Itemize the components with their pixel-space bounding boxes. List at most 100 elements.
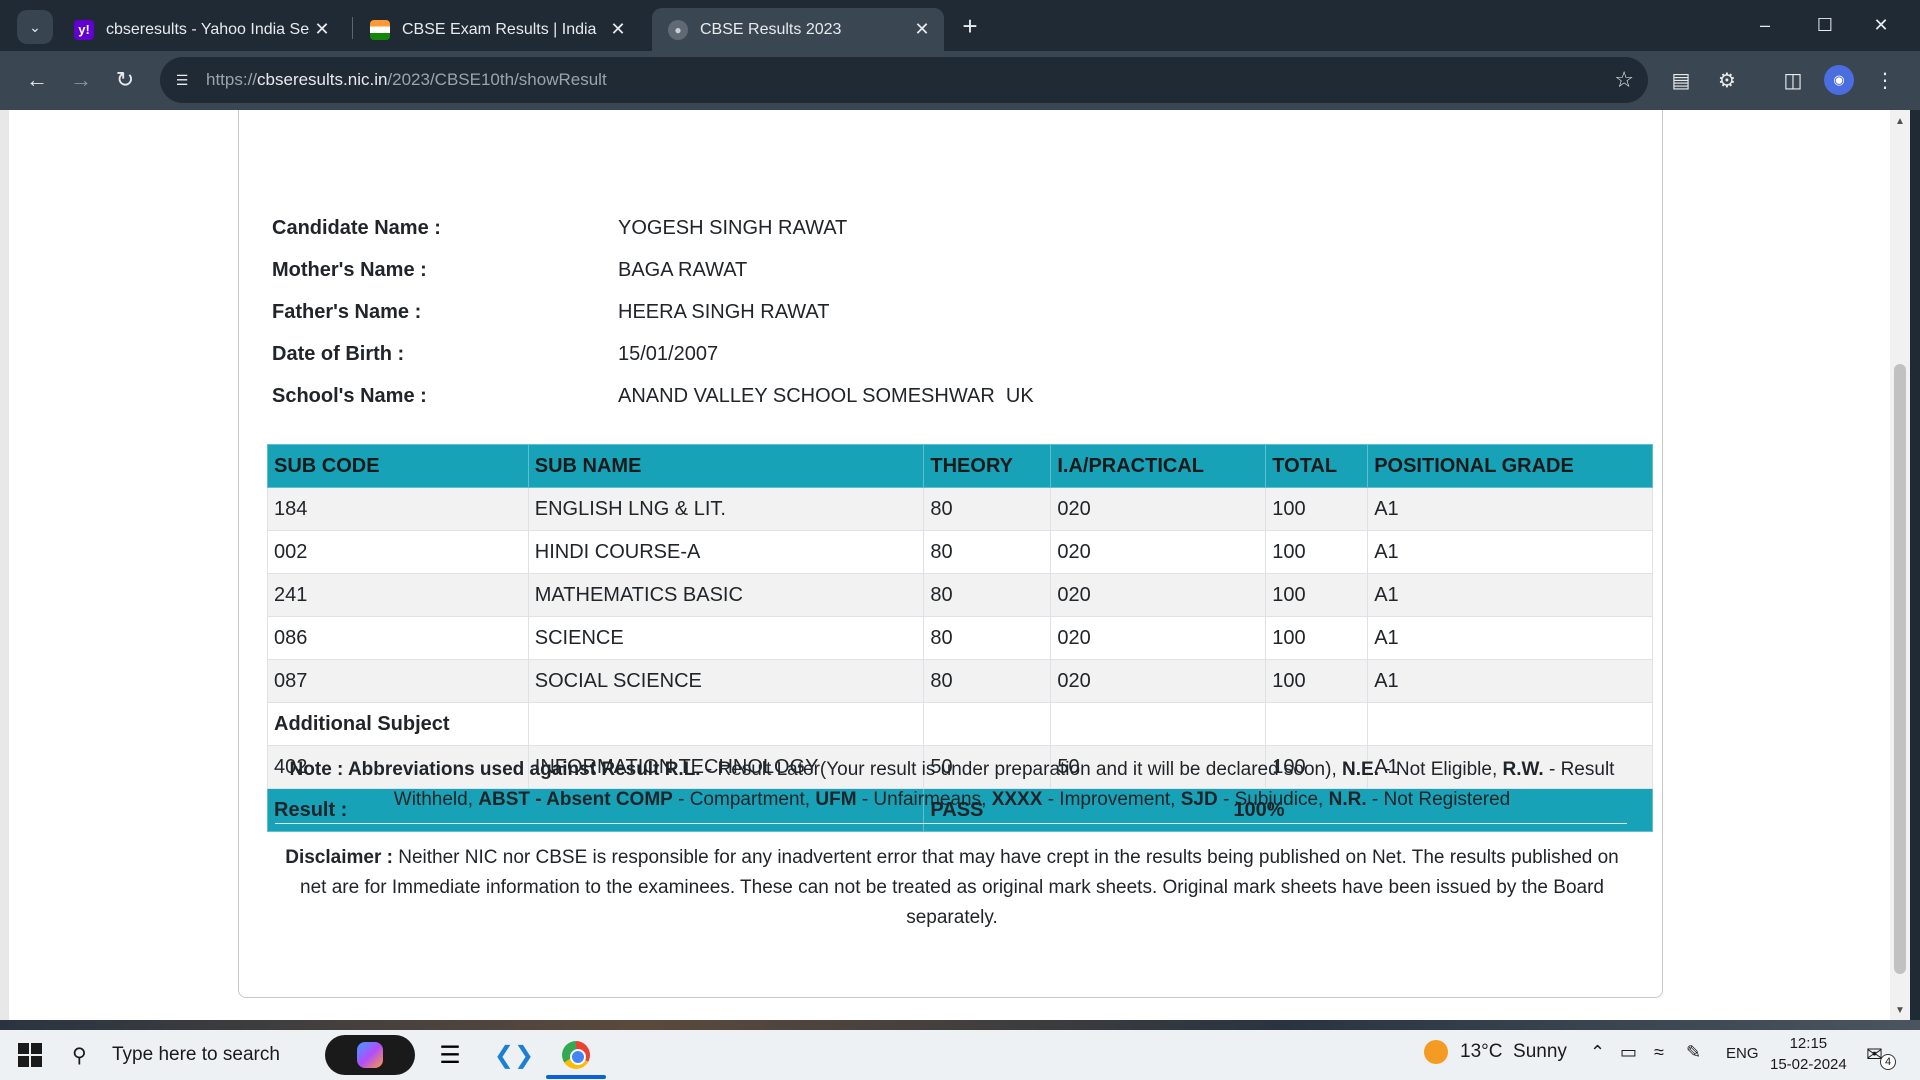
total-cell: 100 [1265, 659, 1369, 703]
address-bar[interactable]: ☰ https://cbseresults.nic.in/2023/CBSE10… [160, 57, 1648, 103]
table-row: 184 ENGLISH LNG & LIT. 80 020 100 A1 [267, 487, 1653, 531]
note-ne-text: - Not Eligible, [1384, 759, 1498, 780]
minimize-button[interactable]: – [1742, 8, 1788, 42]
note-xxxx-text: - Improvement, [1047, 789, 1176, 810]
close-icon[interactable]: ✕ [310, 18, 334, 42]
practical-cell: 020 [1050, 530, 1267, 574]
close-icon[interactable]: ✕ [606, 18, 630, 42]
abbreviations-note: Note : Abbreviations used against Result… [279, 755, 1625, 815]
table-row: 086 SCIENCE 80 020 100 A1 [267, 616, 1653, 660]
system-clock[interactable]: 12:15 15-02-2024 [1770, 1033, 1847, 1075]
page-viewport: Candidate Name : YOGESH SINGH RAWAT Moth… [9, 110, 1890, 1020]
empty-cell [923, 702, 1052, 746]
column-header-total: TOTAL [1265, 444, 1369, 488]
table-row: 241 MATHEMATICS BASIC 80 020 100 A1 [267, 573, 1653, 617]
father-name-label: Father's Name : [272, 300, 422, 323]
chevron-down-icon: ⌄ [29, 18, 41, 35]
chrome-taskbar-button[interactable] [552, 1035, 600, 1075]
tab-cbse-exam-results[interactable]: CBSE Exam Results | India ✕ [354, 8, 640, 51]
grade-cell: A1 [1367, 530, 1653, 574]
tab-yahoo-search[interactable]: y! cbseresults - Yahoo India Search ✕ [58, 8, 344, 51]
disclaimer-label: Disclaimer : [285, 847, 393, 868]
note-abst: ABST - Absent COMP [478, 789, 673, 810]
wifi-icon[interactable]: ≈ [1654, 1042, 1664, 1063]
close-window-button[interactable]: ✕ [1858, 8, 1904, 42]
clock-date: 15-02-2024 [1770, 1056, 1847, 1073]
profile-avatar[interactable]: ◉ [1824, 65, 1854, 95]
candidate-name-label: Candidate Name : [272, 216, 441, 239]
screenshot-icon[interactable]: ▤ [1664, 63, 1698, 97]
empty-cell [1265, 702, 1369, 746]
note-ufm-text: - Unfairmeans, [861, 789, 987, 810]
table-row: 002 HINDI COURSE-A 80 020 100 A1 [267, 530, 1653, 574]
sub-name-cell: SCIENCE [527, 616, 925, 660]
maximize-button[interactable]: ☐ [1802, 8, 1848, 42]
mother-name-value: BAGA RAWAT [618, 258, 748, 281]
sub-name-cell: SOCIAL SCIENCE [527, 659, 925, 703]
extensions-puzzle-icon[interactable]: ⚙ [1710, 63, 1744, 97]
scroll-up-icon[interactable]: ▲ [1895, 116, 1905, 127]
candidate-name-value: YOGESH SINGH RAWAT [618, 216, 848, 239]
weather-widget[interactable]: 13°C Sunny [1424, 1040, 1567, 1064]
vscode-icon[interactable]: ❮❯ [490, 1035, 538, 1075]
close-icon: ✕ [1873, 14, 1889, 35]
windows-start-icon[interactable] [18, 1043, 42, 1067]
reload-button[interactable]: ↻ [108, 63, 142, 97]
notification-center-icon[interactable]: ✉ 4 [1866, 1042, 1896, 1070]
task-view-icon[interactable]: ☰ [426, 1035, 474, 1075]
pen-icon[interactable]: ✎ [1686, 1042, 1701, 1063]
url-text[interactable]: https://cbseresults.nic.in/2023/CBSE10th… [206, 70, 607, 90]
vertical-scrollbar[interactable]: ▲ ▼ [1890, 110, 1910, 1020]
father-name-row: Father's Name : HEERA SINGH RAWAT [272, 297, 830, 327]
tab-search-button[interactable]: ⌄ [17, 10, 53, 44]
battery-icon[interactable]: ▭ [1620, 1042, 1637, 1063]
scroll-down-icon[interactable]: ▼ [1895, 1005, 1905, 1016]
theory-cell: 80 [923, 530, 1052, 574]
taskbar-search-placeholder: Type here to search [112, 1044, 280, 1065]
url-scheme: https:// [206, 70, 258, 89]
arrow-left-icon: ← [26, 67, 48, 92]
dob-label: Date of Birth : [272, 342, 405, 365]
maximize-icon: ☐ [1816, 14, 1834, 35]
side-panel-icon[interactable]: ◫ [1776, 63, 1810, 97]
menu-kebab-icon[interactable]: ⋮ [1868, 63, 1902, 97]
language-indicator[interactable]: ENG [1726, 1045, 1759, 1062]
back-button[interactable]: ← [20, 63, 54, 97]
minimize-icon: – [1759, 14, 1770, 35]
site-info-icon[interactable]: ☰ [170, 68, 194, 92]
tab-separator [352, 17, 353, 39]
candidate-name-row: Candidate Name : YOGESH SINGH RAWAT [272, 213, 847, 243]
practical-cell: 020 [1050, 659, 1267, 703]
new-tab-button[interactable]: + [956, 11, 984, 41]
forward-button[interactable]: → [64, 63, 98, 97]
tab-cbse-results-2023[interactable]: ● CBSE Results 2023 ✕ [652, 8, 944, 51]
theory-cell: 80 [923, 573, 1052, 617]
sub-code-cell: 087 [267, 659, 529, 703]
dob-row: Date of Birth : 15/01/2007 [272, 339, 718, 369]
note-rl-text: - Result Later(Your result is under prep… [705, 759, 1337, 780]
note-xxxx: XXXX [991, 789, 1043, 810]
result-card: Candidate Name : YOGESH SINGH RAWAT Moth… [238, 110, 1663, 998]
india-flag-icon [370, 19, 390, 40]
browser-toolbar: ← → ↻ ☰ https://cbseresults.nic.in/2023/… [0, 51, 1920, 110]
note-ne: N.E. [1342, 759, 1379, 780]
disclaimer: Disclaimer : Neither NIC nor CBSE is res… [279, 843, 1625, 933]
close-icon[interactable]: ✕ [910, 18, 934, 42]
practical-cell: 020 [1050, 573, 1267, 617]
yahoo-icon: y! [74, 19, 94, 40]
tab-strip: ⌄ y! cbseresults - Yahoo India Search ✕ … [0, 0, 1920, 51]
note-sjd: SJD [1180, 789, 1218, 810]
grade-cell: A1 [1367, 659, 1653, 703]
scrollbar-thumb[interactable] [1894, 364, 1906, 974]
copilot-button[interactable] [325, 1035, 415, 1075]
bookmark-star-icon[interactable]: ☆ [1614, 67, 1634, 93]
weather-desc: Sunny [1513, 1041, 1567, 1062]
active-app-indicator [546, 1075, 606, 1079]
practical-cell: 020 [1050, 616, 1267, 660]
note-nr-text: - Not Registered [1371, 789, 1511, 810]
column-header-sub-name: SUB NAME [527, 444, 925, 488]
divider [275, 823, 1627, 824]
window-edge [0, 110, 9, 1020]
chevron-up-icon[interactable]: ⌃ [1590, 1042, 1605, 1063]
url-domain: cbseresults.nic.in [257, 70, 388, 89]
